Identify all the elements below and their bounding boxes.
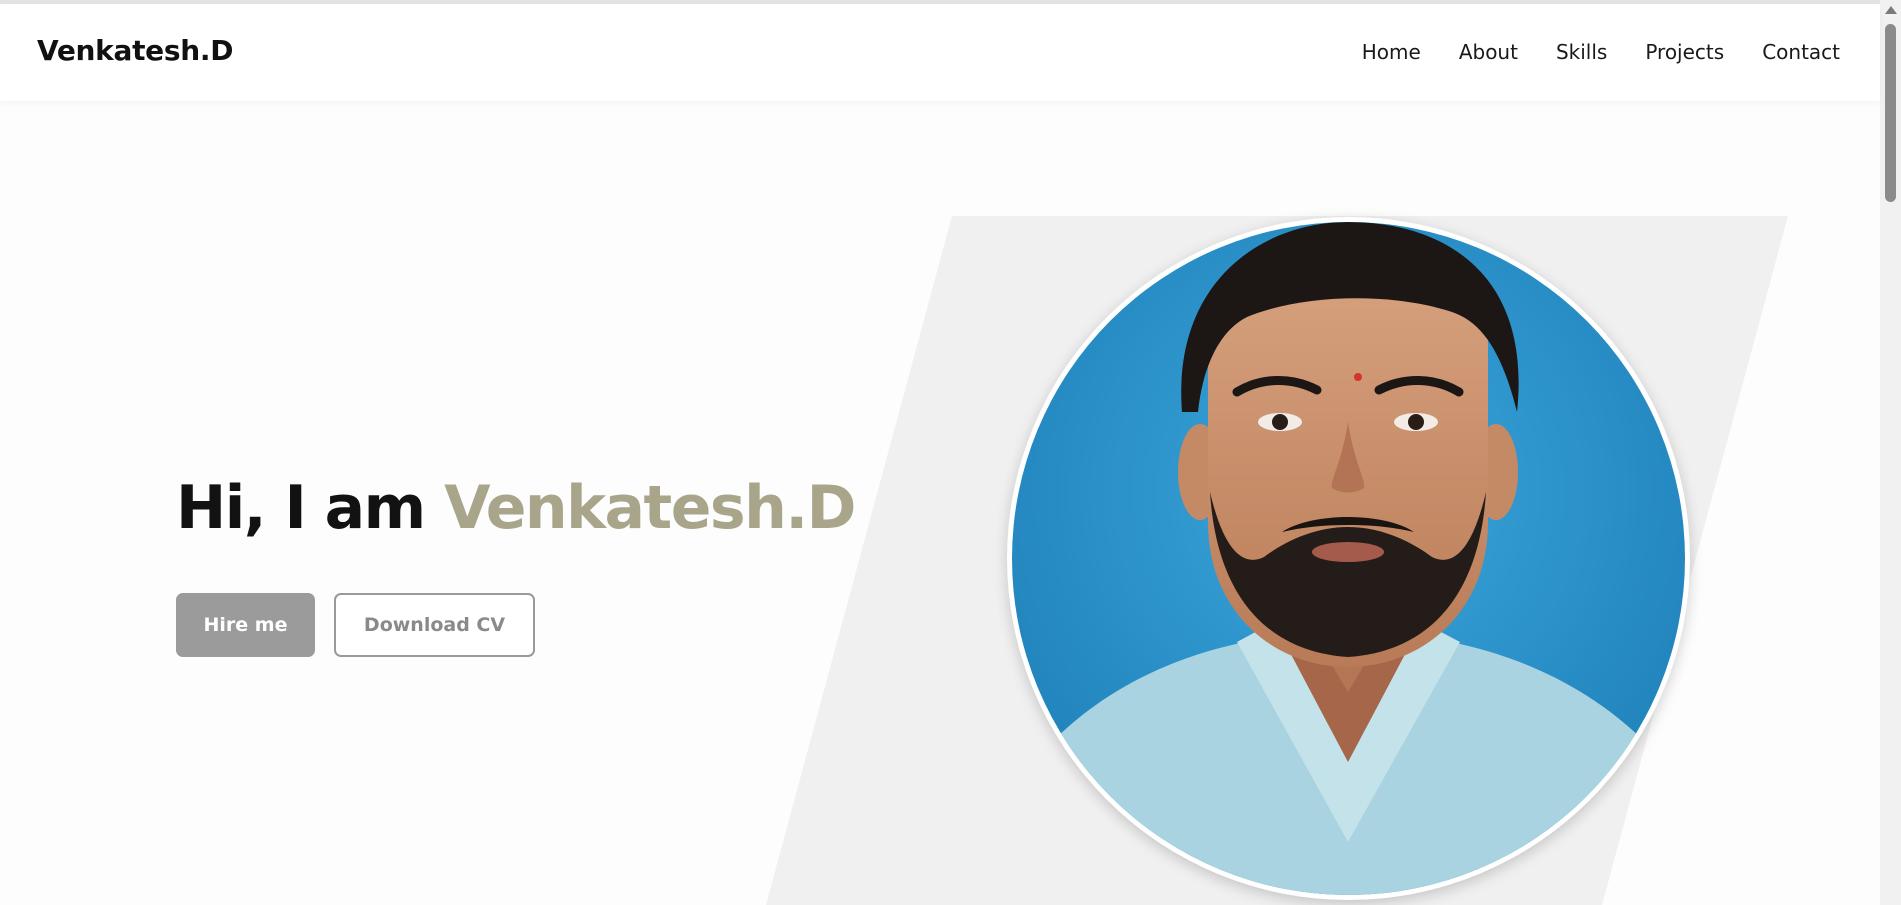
nav-link-home[interactable]: Home [1362,40,1421,64]
portfolio-page: Venkatesh.D Home About Skills Projects C… [0,0,1901,905]
hero-greeting: Hi, I am [176,473,426,543]
nav-link-projects[interactable]: Projects [1645,40,1724,64]
profile-portrait-illustration [1012,222,1685,895]
vertical-scrollbar[interactable] [1880,0,1901,905]
profile-photo-frame [1007,217,1690,900]
nav-link-skills[interactable]: Skills [1556,40,1607,64]
nav-link-about[interactable]: About [1459,40,1518,64]
scroll-up-arrow-icon[interactable] [1885,6,1897,14]
hero-section: Hi, I am Venkatesh.D Hire me Download CV [0,101,1880,905]
brand-logo[interactable]: Venkatesh.D [37,34,233,67]
navbar: Venkatesh.D Home About Skills Projects C… [0,4,1880,101]
hero-heading: Hi, I am Venkatesh.D [176,473,856,543]
nav-menu: Home About Skills Projects Contact [1362,40,1840,64]
profile-photo [1012,222,1685,895]
scrollbar-thumb[interactable] [1885,24,1896,202]
hero-name: Venkatesh.D [444,473,856,543]
download-cv-button[interactable]: Download CV [334,593,535,657]
hire-me-button[interactable]: Hire me [176,593,315,657]
nav-link-contact[interactable]: Contact [1762,40,1840,64]
